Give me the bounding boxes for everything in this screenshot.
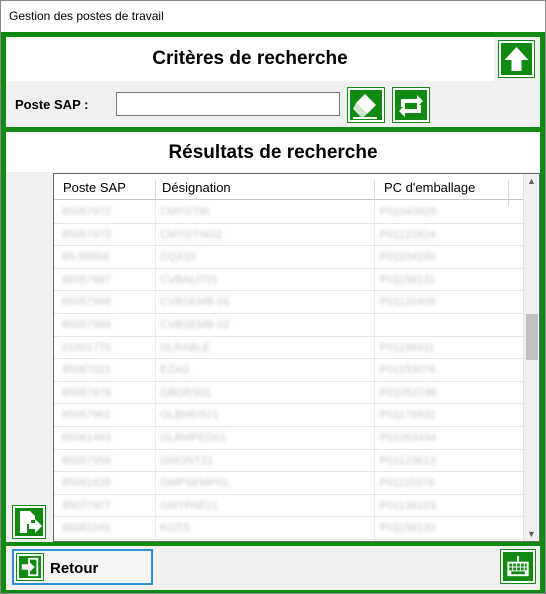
table-cell: P01043925 <box>380 206 437 218</box>
table-cell: CMTGTNG2 <box>160 228 222 241</box>
scroll-up-icon[interactable]: ▲ <box>527 176 536 186</box>
grid-rows: 85057972 CMTGTBI P01043925 85057973 CMTGTNG2… <box>54 201 524 541</box>
table-row[interactable]: 85081041 KOTS P01156133 <box>54 517 524 540</box>
table-cell: P01122824 <box>380 228 436 241</box>
table-row[interactable]: 85057972 CMTGTBI P01043925 <box>54 201 524 224</box>
col-header-pc-emballage[interactable]: PC d'emballage <box>384 180 475 195</box>
table-cell: 85057968 <box>62 296 111 309</box>
eraser-icon <box>353 94 377 119</box>
table-cell: GMONT21 <box>160 454 214 467</box>
table-cell: CMTGTBI <box>160 206 210 218</box>
table-cell: P01115378 <box>380 477 435 490</box>
table-cell: 85061828 <box>62 477 111 490</box>
table-cell: P01156131 <box>380 273 436 286</box>
table-row[interactable]: 85057961 GLBMDS21 P01176832 <box>54 404 524 427</box>
table-cell: P01153076 <box>380 364 436 377</box>
scroll-down-icon[interactable]: ▼ <box>527 529 536 539</box>
table-cell: P01176832 <box>380 409 436 422</box>
table-cell: 85077977 <box>62 499 111 512</box>
table-cell: GLBMDS21 <box>160 409 219 422</box>
retour-button[interactable]: Retour <box>12 549 153 585</box>
refresh-icon <box>399 95 423 117</box>
results-grid[interactable]: Poste SAP Désignation PC d'emballage 850… <box>53 173 540 542</box>
col-header-designation[interactable]: Désignation <box>162 180 231 195</box>
table-cell: 85081041 <box>62 522 111 535</box>
table-cell: CVBALIT01 <box>160 273 219 286</box>
table-cell: GLBMPED01 <box>160 431 227 444</box>
table-row[interactable]: 01001770 DLRABLE P01196911 <box>54 336 524 360</box>
table-cell: 85-38804 <box>62 251 109 264</box>
table-row[interactable]: 85057967 CVBALIT01 P01156131 <box>54 268 524 292</box>
table-row[interactable]: 85061828 GMPSEMP01 P01115378 <box>54 472 524 495</box>
table-cell: P01104180 <box>380 251 436 264</box>
window-title: Gestion des postes de travail <box>9 9 164 23</box>
table-row[interactable]: 85077977 GMTPAE21 P01136223 <box>54 494 524 518</box>
table-row[interactable]: 85057969 CVBSEMB-02 <box>54 313 524 337</box>
table-row[interactable]: 85067021 EZAG P01153076 <box>54 359 524 382</box>
table-row[interactable]: 85057973 CMTGTNG2 P01122824 <box>54 223 524 247</box>
keyboard-button[interactable] <box>500 549 536 584</box>
app-window: Gestion des postes de travail Critères d… <box>0 0 546 594</box>
table-cell: GMTPAE21 <box>160 499 218 512</box>
scroll-thumb[interactable] <box>526 314 538 360</box>
table-row[interactable]: 85085520KMSGBSP01096895 <box>54 539 524 541</box>
poste-sap-label: Poste SAP : <box>15 97 89 112</box>
table-cell: EZAG <box>160 364 190 377</box>
table-cell: P01136223 <box>380 499 436 512</box>
table-cell: P01123613 <box>380 454 436 467</box>
table-cell: P01053434 <box>380 431 437 444</box>
table-row[interactable]: 85-38804 CQX10 P01104180 <box>54 246 524 269</box>
table-cell: 85057979 <box>62 386 111 399</box>
table-row[interactable]: 85057958 GMONT21 P01123613 <box>54 449 524 473</box>
arrow-up-icon <box>504 47 529 71</box>
clear-search-button[interactable] <box>347 87 385 123</box>
table-cell: P01120409 <box>380 296 436 309</box>
table-cell: CVBSEMB-02 <box>160 318 230 331</box>
table-cell: DLRABLE <box>160 341 211 354</box>
table-row[interactable]: 85057979 GBDRS01 P01052746 <box>54 381 524 405</box>
table-cell: CQX10 <box>160 251 197 264</box>
retour-label: Retour <box>50 560 99 577</box>
table-cell: 85057967 <box>62 273 111 286</box>
table-cell: P01196911 <box>380 341 435 354</box>
table-cell: CVBSEMB-01 <box>160 296 230 309</box>
table-cell: 85057973 <box>62 228 111 241</box>
table-cell: P01052746 <box>380 386 437 399</box>
table-cell: 85057961 <box>62 409 111 422</box>
table-row[interactable]: 85057968 CVBSEMB-01 P01120409 <box>54 291 524 314</box>
table-cell: 85067021 <box>62 364 111 377</box>
results-title: Résultats de recherche <box>6 132 540 172</box>
grid-header: Poste SAP Désignation PC d'emballage <box>54 174 524 206</box>
keyboard-icon <box>507 555 529 577</box>
table-cell: GMPSEMP01 <box>160 477 229 490</box>
table-cell: 01001770 <box>62 341 111 354</box>
table-cell: 85057972 <box>62 206 111 218</box>
table-cell: KOTS <box>160 522 190 535</box>
title-bar: Gestion des postes de travail <box>1 1 545 32</box>
table-cell: 85061483 <box>62 431 111 444</box>
refresh-button[interactable] <box>392 87 430 123</box>
export-button[interactable] <box>12 505 46 539</box>
collapse-up-button[interactable] <box>498 40 535 78</box>
export-file-icon <box>20 511 42 533</box>
poste-sap-input[interactable] <box>116 92 340 116</box>
table-row[interactable]: 85061483 GLBMPED01 P01053434 <box>54 426 524 450</box>
exit-icon <box>16 553 44 581</box>
col-header-poste-sap[interactable]: Poste SAP <box>63 180 126 195</box>
table-cell: 85057969 <box>62 318 111 331</box>
table-cell: GBDRS01 <box>160 386 212 399</box>
criteria-title: Critères de recherche <box>6 37 494 81</box>
table-cell: 85057958 <box>62 454 111 467</box>
vertical-scrollbar[interactable]: ▲ ▼ <box>523 174 539 541</box>
table-cell: P01156133 <box>380 522 436 535</box>
